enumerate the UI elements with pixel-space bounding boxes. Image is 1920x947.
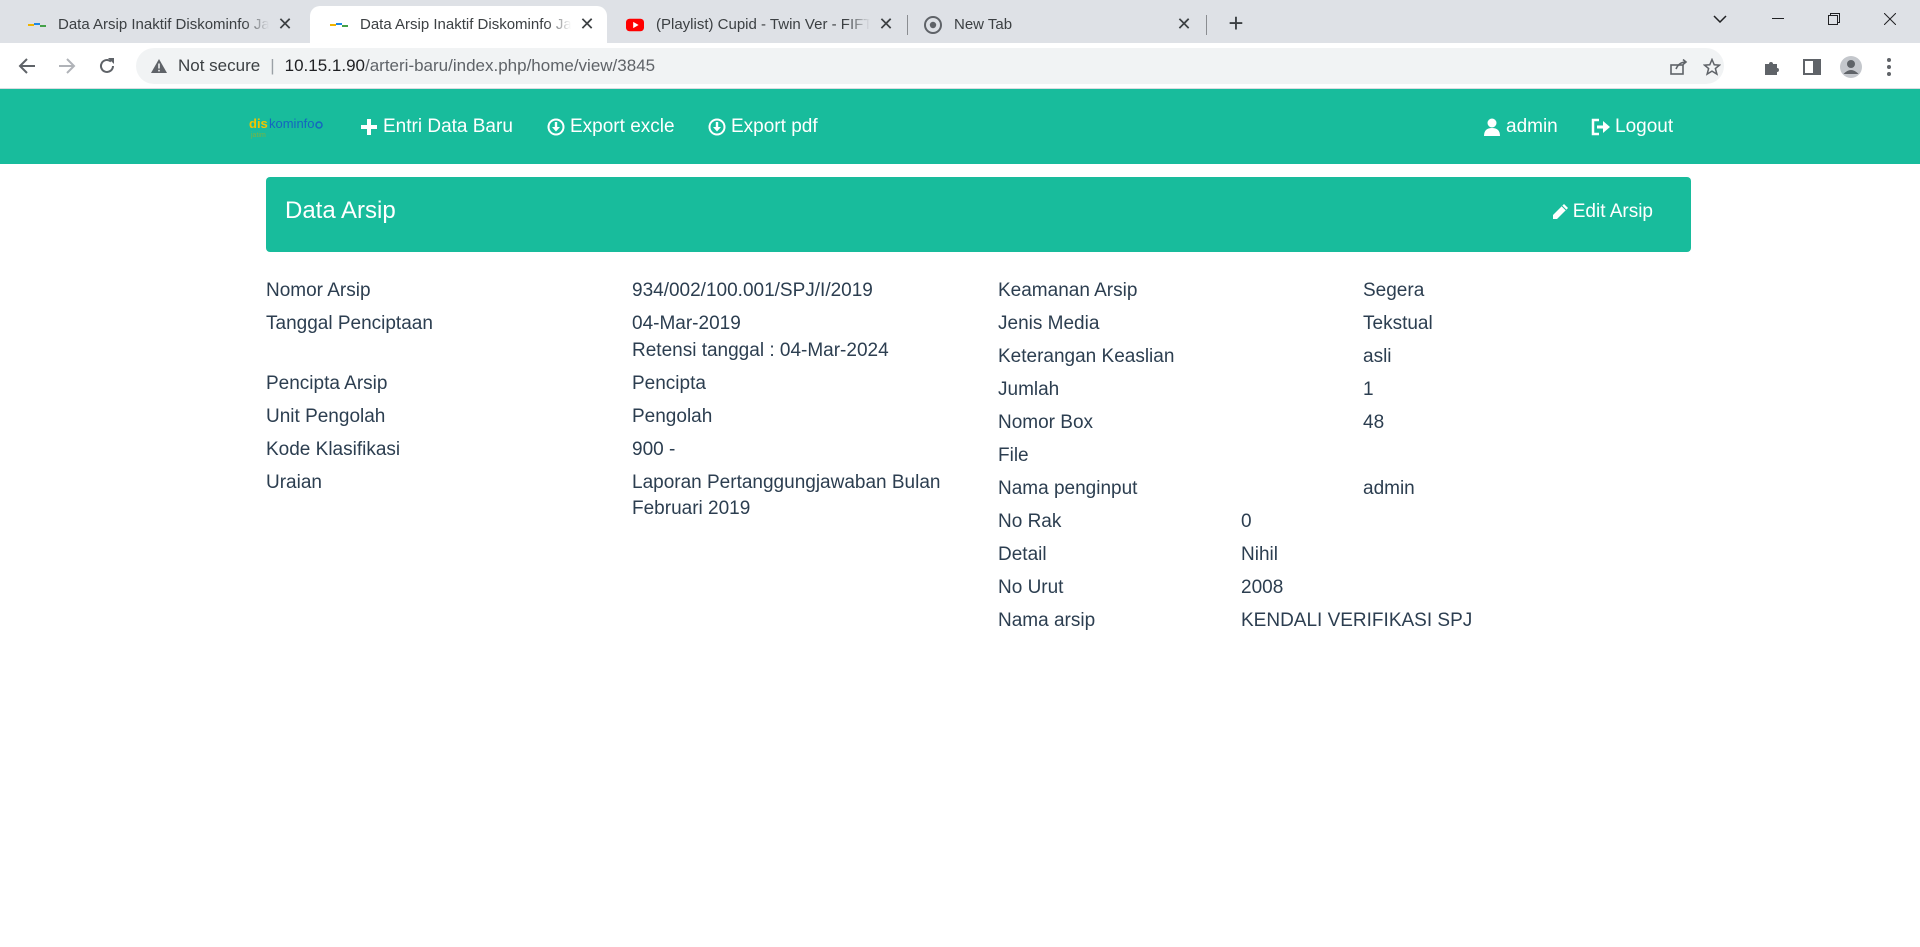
value-keamanan-arsip: Segera	[1363, 280, 1425, 301]
user-admin-link[interactable]: admin	[1482, 113, 1558, 141]
forward-arrow-icon[interactable]	[52, 51, 82, 81]
label-keterangan-keaslian: Keterangan Keaslian	[998, 346, 1175, 367]
site-favicon-icon	[330, 16, 348, 34]
label-kode-klasifikasi: Kode Klasifikasi	[266, 439, 401, 460]
tab-close-icon[interactable]: ✕	[575, 13, 599, 37]
logout-label: Logout	[1615, 116, 1674, 137]
site-favicon-icon	[28, 16, 46, 34]
extensions-puzzle-icon[interactable]	[1761, 56, 1783, 78]
browser-menu-icon[interactable]	[1878, 56, 1900, 78]
tab-close-icon[interactable]: ✕	[273, 13, 297, 37]
label-tanggal-penciptaan: Tanggal Penciptaan	[266, 313, 433, 334]
export-pdf-link[interactable]: Export pdf	[707, 113, 818, 141]
chrome-icon	[924, 15, 942, 34]
back-arrow-icon[interactable]	[12, 51, 42, 81]
value-nama-penginput: admin	[1363, 478, 1415, 499]
label-uraian: Uraian	[266, 472, 322, 493]
pencil-icon	[1550, 202, 1570, 222]
browser-tab-1[interactable]: Data Arsip Inaktif Diskominfo Jawa Timur…	[8, 6, 305, 43]
share-icon[interactable]	[1669, 57, 1689, 77]
restore-button[interactable]	[1806, 0, 1862, 38]
svg-text:kominfo: kominfo	[269, 116, 315, 131]
site-navbar: dis kominfo jatim Entri Data Baru Export…	[0, 89, 1920, 164]
value-jenis-media: Tekstual	[1363, 313, 1433, 334]
reload-icon[interactable]	[92, 51, 122, 81]
export-excel-label: Export excle	[570, 116, 675, 137]
browser-toolbar: Not secure | 10.15.1.90/arteri-baru/inde…	[0, 43, 1920, 89]
value-uraian: Laporan Pertanggungjawaban Bulan Februar…	[632, 472, 941, 519]
value-no-urut: 2008	[1241, 577, 1284, 598]
side-panel-icon[interactable]	[1801, 56, 1823, 78]
value-nomor-arsip: 934/002/100.001/SPJ/I/2019	[632, 280, 873, 301]
bookmark-star-icon[interactable]	[1702, 57, 1722, 77]
data-arsip-panel-heading: Data Arsip Edit Arsip	[266, 177, 1691, 252]
tab-title: Data Arsip Inaktif Diskominfo Jawa Timur	[58, 16, 269, 33]
tab-title: (Playlist) Cupid - Twin Ver - FIFTY FIFT…	[656, 16, 870, 33]
browser-tab-strip: Data Arsip Inaktif Diskominfo Jawa Timur…	[0, 0, 1920, 43]
diskominfo-logo[interactable]: dis kominfo jatim	[249, 115, 323, 139]
profile-avatar-icon[interactable]	[1840, 56, 1862, 78]
warning-triangle-icon[interactable]	[150, 57, 168, 75]
tab-separator	[1206, 15, 1207, 35]
entri-data-baru-label: Entri Data Baru	[383, 116, 513, 137]
security-label[interactable]: Not secure	[178, 56, 260, 76]
label-no-rak: No Rak	[998, 511, 1062, 532]
value-nama-arsip: KENDALI VERIFIKASI SPJ	[1241, 610, 1473, 631]
address-divider: |	[270, 56, 275, 75]
value-pencipta-arsip: Pencipta	[632, 373, 706, 394]
address-bar[interactable]: Not secure | 10.15.1.90/arteri-baru/inde…	[136, 48, 1724, 84]
plus-icon	[359, 117, 379, 137]
edit-arsip-button[interactable]: Edit Arsip	[1550, 201, 1653, 223]
tab-title: New Tab	[954, 16, 1168, 33]
value-detail: Nihil	[1241, 544, 1278, 565]
tab-title: Data Arsip Inaktif Diskominfo Jawa Timur	[360, 16, 571, 33]
label-jumlah: Jumlah	[998, 379, 1060, 400]
label-jenis-media: Jenis Media	[998, 313, 1100, 334]
value-nomor-box: 48	[1363, 412, 1385, 433]
label-keamanan-arsip: Keamanan Arsip	[998, 280, 1138, 301]
browser-tab-3[interactable]: (Playlist) Cupid - Twin Ver - FIFTY FIFT…	[606, 6, 906, 43]
logout-icon	[1591, 117, 1611, 137]
url-path: /arteri-baru/index.php/home/view/3845	[364, 56, 656, 75]
value-no-rak: 0	[1241, 511, 1252, 532]
label-nomor-box: Nomor Box	[998, 412, 1094, 433]
value-retensi-tanggal: Retensi tanggal : 04-Mar-2024	[632, 340, 889, 361]
minimize-button[interactable]	[1750, 0, 1806, 38]
tab-close-icon[interactable]: ✕	[874, 13, 898, 37]
value-keterangan-keaslian: asli	[1363, 346, 1392, 367]
value-kode-klasifikasi: 900 -	[632, 439, 676, 460]
panel-title: Data Arsip	[285, 197, 396, 224]
svg-text:dis: dis	[249, 116, 268, 131]
export-pdf-label: Export pdf	[731, 116, 818, 137]
youtube-icon	[626, 16, 644, 34]
value-unit-pengolah: Pengolah	[632, 406, 713, 427]
browser-tab-2-active[interactable]: Data Arsip Inaktif Diskominfo Jawa Timur…	[310, 6, 607, 43]
label-unit-pengolah: Unit Pengolah	[266, 406, 386, 427]
user-icon	[1482, 117, 1502, 137]
browser-tab-4[interactable]: New Tab ✕	[904, 6, 1204, 43]
label-no-urut: No Urut	[998, 577, 1064, 598]
label-nama-arsip: Nama arsip	[998, 610, 1096, 631]
download-circle-icon	[707, 117, 727, 137]
tab-search-chevron-icon[interactable]	[1692, 0, 1748, 38]
label-detail: Detail	[998, 544, 1047, 565]
user-admin-label: admin	[1506, 116, 1558, 137]
export-excel-link[interactable]: Export excle	[546, 113, 675, 141]
label-file: File	[998, 445, 1029, 466]
logout-link[interactable]: Logout	[1591, 113, 1673, 141]
svg-text:jatim: jatim	[250, 132, 266, 139]
new-tab-button[interactable]: +	[1222, 8, 1250, 38]
label-nama-penginput: Nama penginput	[998, 478, 1138, 499]
edit-arsip-label: Edit Arsip	[1572, 201, 1653, 222]
value-tanggal-penciptaan: 04-Mar-2019	[632, 313, 741, 334]
value-jumlah: 1	[1363, 379, 1374, 400]
entri-data-baru-link[interactable]: Entri Data Baru	[359, 113, 513, 141]
tab-close-icon[interactable]: ✕	[1172, 13, 1196, 37]
label-pencipta-arsip: Pencipta Arsip	[266, 373, 388, 394]
close-window-button[interactable]	[1862, 0, 1918, 38]
label-nomor-arsip: Nomor Arsip	[266, 280, 371, 301]
download-circle-icon	[546, 117, 566, 137]
url-host: 10.15.1.90	[284, 56, 365, 75]
